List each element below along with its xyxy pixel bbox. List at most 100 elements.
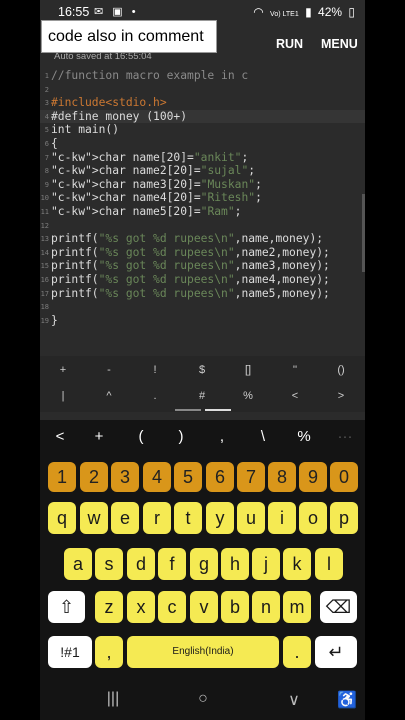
key-k[interactable]: k bbox=[283, 548, 311, 580]
code-line: 5 int main() bbox=[44, 123, 120, 137]
key-7[interactable]: 7 bbox=[237, 462, 265, 492]
symbol-key[interactable]: [] bbox=[238, 364, 258, 376]
code-line: 1//function macro example in c bbox=[44, 69, 249, 82]
key-d[interactable]: d bbox=[127, 548, 155, 580]
toolbar-back-icon[interactable]: < bbox=[46, 428, 74, 445]
space-key[interactable]: English(India) bbox=[127, 636, 279, 668]
key-9[interactable]: 9 bbox=[299, 462, 327, 492]
code-line: 18 bbox=[40, 303, 49, 312]
key-0[interactable]: 0 bbox=[330, 462, 358, 492]
signal-icon: ▮ bbox=[305, 5, 312, 19]
code-line: 11 "c-kw">char name5[20]="Ram"; bbox=[40, 205, 242, 218]
accessibility-icon[interactable]: ♿ bbox=[332, 690, 362, 710]
signal-text: Vo) LTE1 bbox=[270, 11, 299, 18]
code-line: 15 printf("%s got %d rupees\n",name3,mone… bbox=[40, 259, 330, 273]
symbol-key[interactable]: | bbox=[53, 390, 73, 402]
key-m[interactable]: m bbox=[283, 591, 311, 623]
key-c[interactable]: c bbox=[158, 591, 186, 623]
battery-text: 42% bbox=[318, 5, 343, 19]
more-icon[interactable]: ··· bbox=[331, 428, 359, 445]
battery-icon: ▯ bbox=[348, 5, 355, 19]
period-key[interactable]: . bbox=[283, 636, 311, 668]
key-1[interactable]: 1 bbox=[48, 462, 76, 492]
comma-key[interactable]: , bbox=[95, 636, 123, 668]
key-h[interactable]: h bbox=[221, 548, 249, 580]
toolbar-key[interactable]: ) bbox=[167, 428, 195, 445]
code-line: 17 printf("%s got %d rupees\n",name5,mone… bbox=[40, 286, 330, 300]
home-icon[interactable]: ○ bbox=[188, 690, 218, 708]
key-x[interactable]: x bbox=[127, 591, 155, 623]
key-y[interactable]: y bbox=[206, 502, 234, 534]
status-right: ◠ Vo) LTE1 ▮ 42% ▯ bbox=[250, 5, 355, 19]
back-icon[interactable]: ∨ bbox=[279, 690, 309, 710]
key-q[interactable]: q bbox=[48, 502, 76, 534]
key-s[interactable]: s bbox=[95, 548, 123, 580]
key-t[interactable]: t bbox=[174, 502, 202, 534]
symbol-key[interactable]: > bbox=[331, 390, 351, 402]
caption-text: code also in comment bbox=[48, 28, 204, 45]
key-e[interactable]: e bbox=[111, 502, 139, 534]
code-line: 9 "c-kw">char name3[20]="Muskan"; bbox=[44, 177, 262, 191]
key-v[interactable]: v bbox=[190, 591, 218, 623]
key-3[interactable]: 3 bbox=[111, 462, 139, 492]
key-g[interactable]: g bbox=[190, 548, 218, 580]
code-line: 12 bbox=[40, 221, 49, 230]
code-line: 6{ bbox=[44, 137, 58, 150]
symbol-key[interactable]: # bbox=[192, 390, 212, 402]
symbol-key[interactable]: % bbox=[238, 390, 258, 402]
code-line: 2 bbox=[44, 85, 49, 94]
key-2[interactable]: 2 bbox=[80, 462, 108, 492]
key-5[interactable]: 5 bbox=[174, 462, 202, 492]
key-z[interactable]: z bbox=[95, 591, 123, 623]
toolbar-key[interactable]: \ bbox=[249, 428, 277, 445]
symbol-key[interactable]: ! bbox=[145, 364, 165, 376]
toolbar-key[interactable]: , bbox=[208, 428, 236, 445]
toolbar-key[interactable]: % bbox=[290, 428, 318, 445]
enter-key[interactable]: ↵ bbox=[315, 636, 357, 668]
editor-scrollbar[interactable] bbox=[362, 194, 365, 272]
key-i[interactable]: i bbox=[268, 502, 296, 534]
keyboard: 1 2 3 4 5 6 7 8 9 0 q w e r t y u i o p … bbox=[40, 454, 365, 680]
recents-icon[interactable]: ||| bbox=[98, 690, 128, 708]
key-b[interactable]: b bbox=[221, 591, 249, 623]
symbol-key[interactable]: '' bbox=[285, 364, 305, 376]
keyboard-toolbar: < + ( ) , \ % ··· bbox=[40, 420, 365, 454]
symbol-key[interactable]: < bbox=[285, 390, 305, 402]
key-j[interactable]: j bbox=[252, 548, 280, 580]
key-a[interactable]: a bbox=[64, 548, 92, 580]
run-button[interactable]: RUN bbox=[276, 37, 303, 51]
code-editor[interactable]: 1//function macro example in c 2 3 #inclu… bbox=[40, 66, 365, 356]
symbol-key[interactable]: + bbox=[53, 364, 73, 376]
backspace-key[interactable]: ⌫ bbox=[320, 591, 357, 623]
key-f[interactable]: f bbox=[158, 548, 186, 580]
key-p[interactable]: p bbox=[330, 502, 358, 534]
code-line: 3 #include<stdio.h> bbox=[44, 96, 167, 110]
key-n[interactable]: n bbox=[252, 591, 280, 623]
symbol-key[interactable]: . bbox=[145, 390, 165, 402]
symbol-bar: + - ! $ [] '' () | ^ . # % < > bbox=[40, 356, 365, 412]
page-indicator bbox=[175, 409, 201, 411]
key-8[interactable]: 8 bbox=[268, 462, 296, 492]
symbol-key[interactable]: $ bbox=[192, 364, 212, 376]
key-r[interactable]: r bbox=[143, 502, 171, 534]
key-u[interactable]: u bbox=[237, 502, 265, 534]
key-w[interactable]: w bbox=[80, 502, 108, 534]
phone-screen: 16:55 ✉ ▣ • ◠ Vo) LTE1 ▮ 42% ▯ RUN MENU … bbox=[40, 0, 365, 720]
key-6[interactable]: 6 bbox=[206, 462, 234, 492]
shift-key[interactable]: ⇧ bbox=[48, 591, 85, 623]
code-line: 19} bbox=[40, 313, 58, 327]
symbol-key[interactable]: () bbox=[331, 364, 351, 376]
symbol-key[interactable]: ^ bbox=[99, 390, 119, 402]
key-o[interactable]: o bbox=[299, 502, 327, 534]
menu-button[interactable]: MENU bbox=[321, 37, 358, 51]
key-4[interactable]: 4 bbox=[143, 462, 171, 492]
toolbar-key[interactable]: + bbox=[85, 428, 113, 445]
toolbar-key[interactable]: ( bbox=[127, 428, 155, 445]
code-line: 10 "c-kw">char name4[20]="Ritesh"; bbox=[40, 191, 262, 205]
caption-overlay: code also in comment bbox=[41, 20, 217, 53]
symbol-key[interactable]: - bbox=[99, 364, 119, 376]
symbols-key[interactable]: !#1 bbox=[48, 636, 92, 668]
key-l[interactable]: l bbox=[315, 548, 343, 580]
navigation-bar: ||| ○ ∨ ♿ bbox=[40, 680, 365, 720]
symbol-row-1: + - ! $ [] '' () bbox=[40, 364, 365, 390]
